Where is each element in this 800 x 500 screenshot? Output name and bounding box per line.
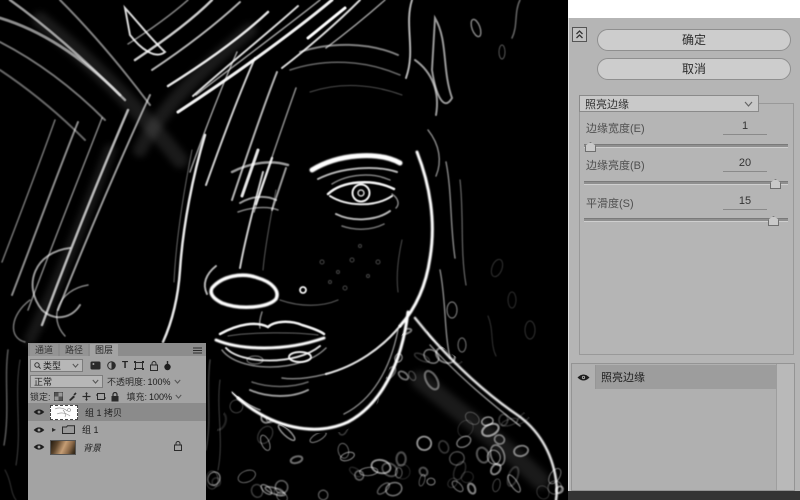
eye-icon: [33, 444, 45, 450]
layer-name: 组 1 拷贝: [85, 407, 123, 418]
folder-icon: [62, 425, 75, 434]
filter-shape-layers-icon[interactable]: [134, 361, 145, 370]
tab-layers[interactable]: 图层: [90, 344, 119, 356]
layer-row-background[interactable]: 背景: [28, 438, 206, 456]
smoothness-slider[interactable]: [584, 216, 788, 226]
filter-adjustment-layers-icon[interactable]: [107, 361, 116, 370]
group-expand-caret[interactable]: ▸: [52, 425, 62, 434]
tab-channels[interactable]: 通道: [30, 344, 59, 356]
opacity-value[interactable]: 100%: [148, 377, 171, 387]
effects-list-scrollbar[interactable]: [776, 364, 794, 490]
fill-label: 填充:: [126, 392, 148, 402]
chevron-down-icon[interactable]: [175, 394, 182, 399]
chevron-down-icon: [744, 101, 753, 107]
lock-label: 锁定:: [30, 392, 51, 402]
layer-row-group1-copy[interactable]: 组 1 拷贝: [28, 403, 206, 421]
edge-width-slider-thumb[interactable]: [585, 142, 596, 152]
dialog-top-strip: [568, 0, 800, 18]
edge-brightness-label: 边缘亮度(B): [586, 160, 645, 172]
filter-smart-objects-icon[interactable]: [150, 360, 159, 371]
smoothness-value[interactable]: 15: [723, 195, 767, 210]
layers-panel: 通道 路径 图层 类型 T 正常 不透明度: 100% 锁定: 填充: 100%…: [28, 343, 206, 500]
fill-value[interactable]: 100%: [149, 392, 172, 402]
blend-mode-select[interactable]: 正常: [30, 375, 103, 388]
layer-visibility-toggle[interactable]: [28, 426, 50, 434]
filter-settings-panel: 确定 取消 照亮边缘 边缘宽度(E) 1 边缘亮度(B) 20 平滑度(S) 1…: [568, 18, 800, 491]
filter-options-group: [579, 103, 794, 355]
lock-artboard-icon[interactable]: [95, 392, 106, 401]
lock-paint-icon[interactable]: [68, 392, 77, 401]
layer-row-group1[interactable]: ▸ 组 1: [28, 422, 206, 437]
cancel-button[interactable]: 取消: [597, 58, 791, 80]
double-chevron-up-icon: [576, 30, 583, 39]
effect-name: 照亮边缘: [596, 365, 777, 389]
chevron-down-icon: [92, 379, 99, 384]
layer-filter-toggle[interactable]: [164, 360, 171, 371]
edge-width-label: 边缘宽度(E): [586, 123, 645, 135]
opacity-label: 不透明度:: [107, 377, 146, 387]
panel-tab-bar: 通道 路径 图层: [28, 343, 206, 356]
filter-effects-list: 照亮边缘: [571, 363, 795, 491]
effect-visibility-toggle[interactable]: [572, 365, 596, 389]
smoothness-slider-thumb[interactable]: [768, 216, 779, 226]
blend-mode-value: 正常: [34, 377, 53, 387]
layer-visibility-toggle[interactable]: [28, 443, 50, 451]
layer-thumbnail-sketch[interactable]: [50, 404, 78, 420]
filter-pixel-layers-icon[interactable]: [90, 361, 101, 370]
edge-brightness-slider[interactable]: [584, 179, 788, 189]
filter-kind-value: 类型: [43, 361, 62, 371]
layer-filter-row: 类型 T: [28, 358, 206, 373]
layer-visibility-toggle[interactable]: [28, 408, 50, 416]
lock-all-icon[interactable]: [111, 391, 119, 402]
collapse-panel-button[interactable]: [572, 27, 587, 42]
background-lock-icon: [174, 441, 182, 453]
blend-mode-row: 正常 不透明度: 100%: [28, 374, 206, 389]
eye-icon: [33, 409, 45, 415]
layer-name: 背景: [83, 442, 102, 453]
search-icon: [34, 362, 41, 369]
eye-icon: [33, 426, 45, 433]
lock-transparency-icon[interactable]: [53, 392, 63, 401]
layer-thumbnail-photo[interactable]: [50, 439, 76, 455]
smoothness-label: 平滑度(S): [586, 198, 634, 210]
ok-button[interactable]: 确定: [597, 29, 791, 51]
tab-paths[interactable]: 路径: [60, 344, 89, 356]
photoshop-filter-gallery-dialog: 确定 取消 照亮边缘 边缘宽度(E) 1 边缘亮度(B) 20 平滑度(S) 1…: [0, 0, 800, 500]
filter-kind-select[interactable]: 类型: [30, 359, 83, 372]
lock-row: 锁定: 填充: 100%: [28, 390, 206, 403]
lock-move-icon[interactable]: [82, 392, 91, 401]
layer-name: 组 1: [82, 425, 99, 435]
edge-brightness-value[interactable]: 20: [723, 157, 767, 172]
filter-type-value: 照亮边缘: [585, 98, 629, 111]
edge-brightness-slider-thumb[interactable]: [770, 179, 781, 189]
eye-icon: [577, 374, 590, 380]
dialog-bottom-strip: [568, 491, 800, 500]
panel-menu-icon[interactable]: [193, 346, 202, 356]
chevron-down-icon: [72, 363, 79, 368]
filter-type-select[interactable]: 照亮边缘: [579, 95, 759, 112]
effect-row-glowing-edges[interactable]: 照亮边缘: [572, 365, 777, 389]
edge-width-value[interactable]: 1: [723, 120, 767, 135]
chevron-down-icon[interactable]: [173, 379, 181, 384]
filter-type-layers-icon[interactable]: T: [122, 360, 128, 371]
edge-width-slider[interactable]: [584, 142, 788, 152]
